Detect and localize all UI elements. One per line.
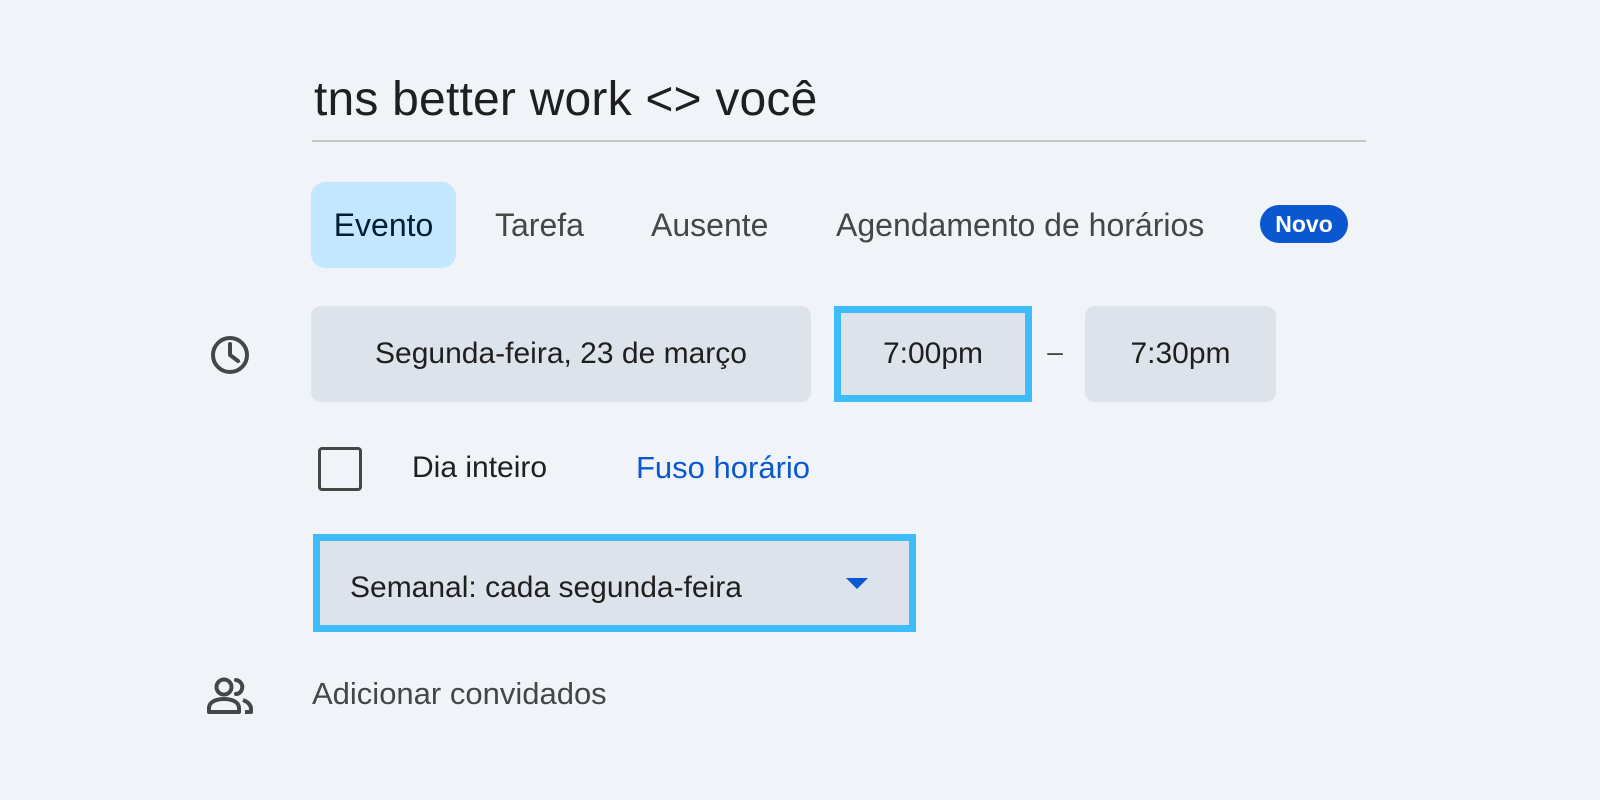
date-picker-button[interactable]: Segunda-feira, 23 de março bbox=[311, 306, 811, 402]
tab-ausente-label: Ausente bbox=[651, 206, 769, 243]
tab-agendamento-label: Agendamento de horários bbox=[836, 206, 1205, 243]
new-badge: Novo bbox=[1260, 205, 1348, 243]
caret-down-icon bbox=[846, 578, 868, 589]
add-guests-input[interactable]: Adicionar convidados bbox=[312, 676, 607, 712]
all-day-checkbox[interactable] bbox=[318, 447, 362, 491]
tab-ausente[interactable]: Ausente bbox=[651, 182, 768, 268]
date-value: Segunda-feira, 23 de março bbox=[375, 337, 747, 370]
all-day-label: Dia inteiro bbox=[412, 451, 548, 484]
time-separator: – bbox=[1047, 336, 1063, 367]
tab-agendamento[interactable]: Agendamento de horários bbox=[836, 182, 1204, 268]
clock-icon bbox=[211, 336, 249, 374]
event-title-field[interactable]: tns better work <> você bbox=[312, 64, 1366, 142]
start-time-value: 7:00pm bbox=[882, 337, 984, 370]
start-time-button[interactable]: 7:00pm bbox=[834, 306, 1032, 402]
recurrence-dropdown[interactable]: Semanal: cada segunda-feira bbox=[313, 534, 916, 632]
tab-tarefa[interactable]: Tarefa bbox=[495, 182, 584, 268]
event-title[interactable]: tns better work <> você bbox=[314, 72, 818, 127]
end-time-value: 7:30pm bbox=[1130, 337, 1231, 370]
tab-tarefa-label: Tarefa bbox=[495, 206, 584, 243]
tab-evento-label: Evento bbox=[333, 206, 434, 243]
timezone-link[interactable]: Fuso horário bbox=[636, 450, 810, 486]
tab-evento[interactable]: Evento bbox=[311, 182, 456, 268]
recurrence-value: Semanal: cada segunda-feira bbox=[350, 571, 742, 604]
end-time-button[interactable]: 7:30pm bbox=[1085, 306, 1276, 402]
people-icon bbox=[207, 677, 253, 714]
